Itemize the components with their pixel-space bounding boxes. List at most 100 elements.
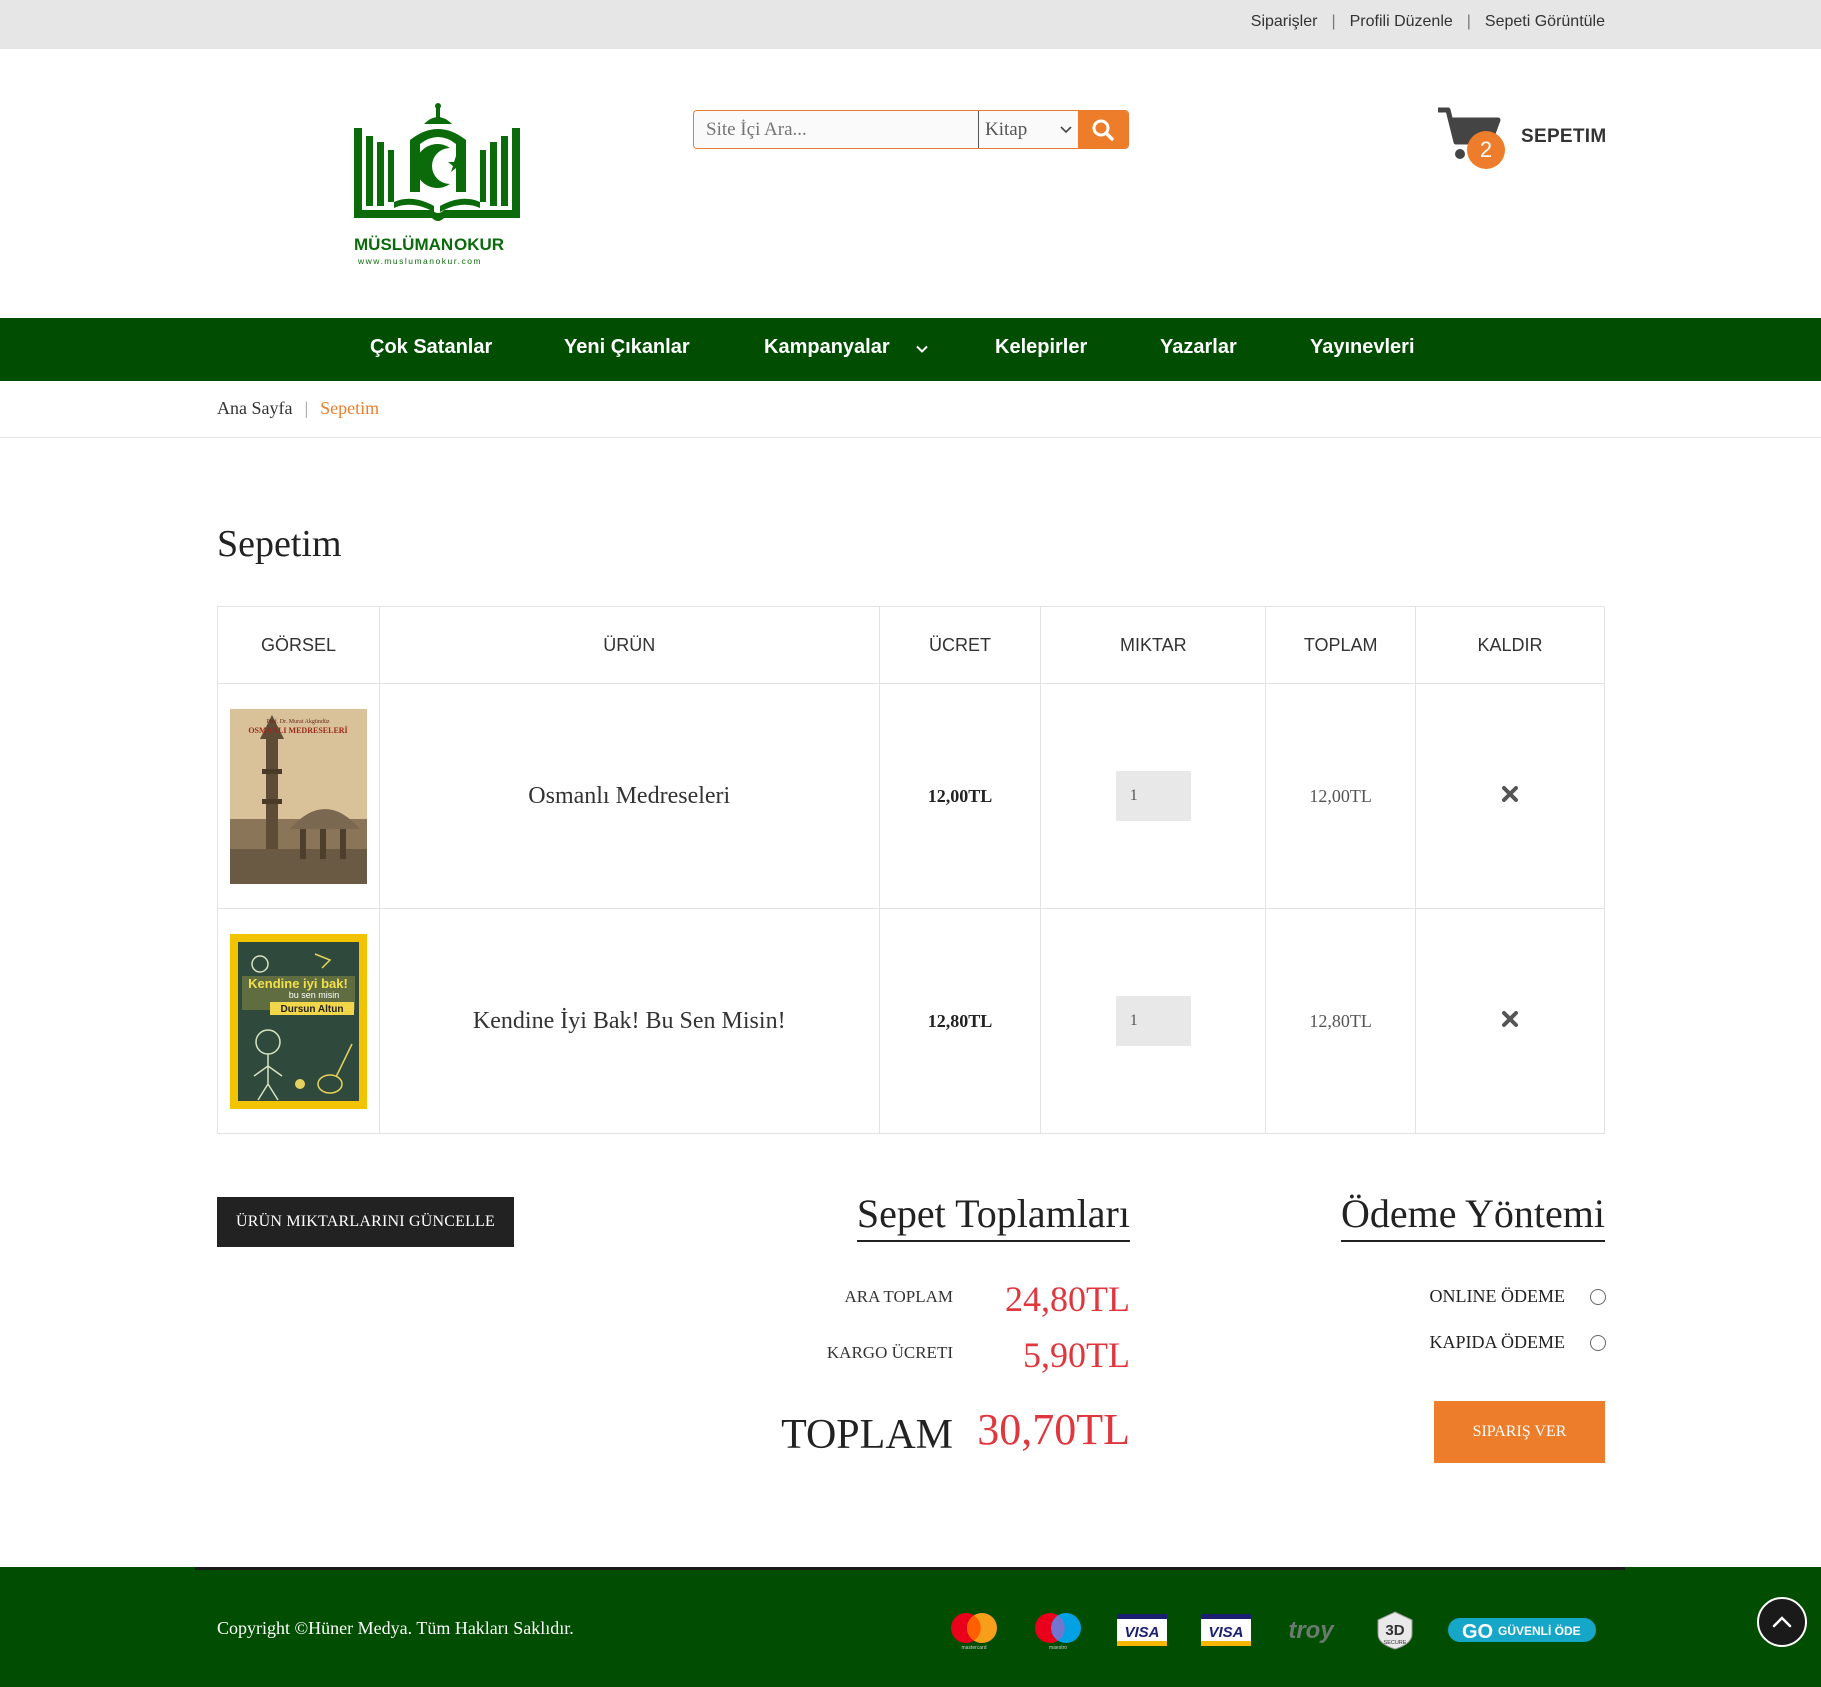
copyright-text: Copyright ©Hüner Medya. Tüm Hakları Sakl…: [217, 1618, 574, 1638]
product-price: 12,00TL: [878, 683, 1042, 909]
column-header: MIKTAR: [1040, 606, 1267, 684]
nav-item-kelepirler[interactable]: Kelepirler: [995, 336, 1087, 359]
logo-url: www.muslumanokur.com: [357, 256, 482, 266]
shipping-label: KARGO ÜCRETI: [826, 1343, 953, 1362]
product-price: 12,80TL: [878, 908, 1042, 1134]
cover-author: Dursun Altun: [281, 1004, 344, 1015]
place-order-button[interactable]: SIPARIŞ VER: [1434, 1401, 1605, 1463]
payment-cash-on-delivery-radio[interactable]: [1590, 1335, 1606, 1351]
nav-item-yayinevleri[interactable]: Yayınevleri: [1310, 336, 1415, 359]
secure-label: SECURE: [1384, 1640, 1407, 1646]
cart-count-badge: 2: [1467, 131, 1505, 169]
table-row: Prof. Dr. Murat Akgündüz OSMANLI MEDRESE…: [217, 683, 1605, 909]
main-nav: Çok Satanlar Yeni Çıkanlar Kampanyalar K…: [0, 318, 1821, 381]
close-icon[interactable]: [1501, 1010, 1519, 1028]
table-row: Kendine iyi bak! bu sen misin Dursun Alt…: [217, 908, 1605, 1134]
mastercard-label: mastercard: [961, 1645, 986, 1650]
quantity-input[interactable]: [1115, 996, 1191, 1046]
page-title: Sepetim: [217, 523, 342, 565]
divider: [0, 437, 1821, 438]
category-select[interactable]: Kitap: [978, 111, 1078, 148]
payment-option-label: KAPIDA ÖDEME: [1429, 1332, 1565, 1352]
chevron-down-icon: [1060, 125, 1072, 133]
search-button[interactable]: [1078, 111, 1128, 148]
cart-table: GÖRSEL ÜRÜN ÜCRET MIKTAR TOPLAM KALDIR P…: [217, 606, 1605, 1134]
nav-item-cok-satanlar[interactable]: Çok Satanlar: [370, 336, 492, 359]
total-label: TOPLAM: [781, 1412, 953, 1458]
shipping-value: 5,90TL: [1023, 1335, 1130, 1375]
cart-totals-title: Sepet Toplamları: [856, 1190, 1130, 1242]
site-logo[interactable]: MÜSLÜMAN OKUR www.muslumanokur.com: [352, 102, 522, 270]
edit-profile-link[interactable]: Profili Düzenle: [1350, 13, 1453, 31]
go-label: GO: [1462, 1621, 1493, 1643]
logo-text-musluman: MÜSLÜMAN: [354, 235, 453, 254]
book-cover-image[interactable]: Kendine iyi bak! bu sen misin Dursun Alt…: [229, 933, 367, 1109]
product-name[interactable]: Osmanlı Medreseleri: [378, 683, 880, 909]
divider: |: [1466, 13, 1471, 30]
account-links: Siparişler | Profili Düzenle | Sepeti Gö…: [1251, 13, 1605, 31]
visa-icon: VISA: [1201, 1614, 1251, 1646]
cover-subtitle: bu sen misin: [289, 990, 340, 1000]
breadcrumb-divider: |: [304, 398, 309, 418]
row-total: 12,80TL: [1265, 908, 1417, 1134]
cover-author: Prof. Dr. Murat Akgündüz: [266, 718, 329, 725]
breadcrumb-current: Sepetim: [320, 398, 380, 418]
column-header: ÜRÜN: [378, 606, 880, 684]
visa-icon: VISA: [1117, 1614, 1167, 1646]
product-image-cell: Prof. Dr. Murat Akgündüz OSMANLI MEDRESE…: [217, 683, 380, 909]
mastercard-icon: mastercard: [951, 1613, 997, 1650]
cover-title: OSMANLI MEDRESELERİ: [248, 725, 347, 735]
update-quantities-button[interactable]: ÜRÜN MIKTARLARINI GÜNCELLE: [217, 1197, 514, 1247]
quantity-cell: [1040, 908, 1267, 1134]
subtotal-value: 24,80TL: [1005, 1279, 1130, 1319]
visa-label: VISA: [1208, 1624, 1243, 1641]
payment-method-title: Ödeme Yöntemi: [1340, 1190, 1605, 1242]
quantity-cell: [1040, 683, 1267, 909]
go-guvenli-ode-icon: GO GÜVENLİ ÖDE: [1448, 1618, 1596, 1643]
scroll-to-top-button[interactable]: [1757, 1597, 1807, 1647]
payment-option-label: ONLINE ÖDEME: [1429, 1286, 1565, 1306]
troy-icon: troy: [1288, 1617, 1335, 1644]
nav-item-kampanyalar[interactable]: Kampanyalar: [764, 336, 890, 359]
column-header: ÜCRET: [878, 606, 1042, 684]
3d-label: 3D: [1385, 1622, 1404, 1639]
subtotal-label: ARA TOPLAM: [844, 1287, 953, 1306]
cart-label[interactable]: SEPETIM: [1521, 126, 1607, 148]
close-icon[interactable]: [1501, 785, 1519, 803]
column-header: TOPLAM: [1265, 606, 1417, 684]
top-bar: Siparişler | Profili Düzenle | Sepeti Gö…: [0, 0, 1821, 49]
chevron-up-icon: [1772, 1616, 1792, 1628]
troy-label: troy: [1288, 1617, 1335, 1644]
breadcrumb: Ana Sayfa | Sepetim: [217, 398, 379, 419]
chevron-down-icon[interactable]: [916, 345, 928, 354]
product-name[interactable]: Kendine İyi Bak! Bu Sen Misin!: [378, 908, 880, 1134]
quantity-input[interactable]: [1115, 771, 1191, 821]
breadcrumb-home[interactable]: Ana Sayfa: [217, 398, 292, 419]
search-icon: [1092, 119, 1114, 141]
nav-item-yazarlar[interactable]: Yazarlar: [1160, 336, 1237, 359]
nav-item-yeni-cikanlar[interactable]: Yeni Çıkanlar: [564, 336, 690, 359]
guvenli-ode-label: GÜVENLİ ÖDE: [1498, 1623, 1581, 1638]
view-cart-link[interactable]: Sepeti Görüntüle: [1485, 13, 1605, 31]
column-header: KALDIR: [1415, 606, 1605, 684]
orders-link[interactable]: Siparişler: [1251, 13, 1318, 31]
3d-secure-icon: 3D SECURE: [1377, 1611, 1413, 1650]
visa-label: VISA: [1124, 1624, 1159, 1641]
category-select-value: Kitap: [985, 118, 1028, 140]
search-bar: Kitap: [693, 110, 1129, 149]
product-image-cell: Kendine iyi bak! bu sen misin Dursun Alt…: [217, 908, 380, 1134]
search-input[interactable]: [694, 111, 978, 148]
total-value: 30,70TL: [977, 1405, 1130, 1454]
column-header: GÖRSEL: [217, 606, 380, 684]
divider: [195, 1567, 1625, 1570]
cover-title: Kendine iyi bak!: [248, 976, 348, 991]
table-header-row: GÖRSEL ÜRÜN ÜCRET MIKTAR TOPLAM KALDIR: [217, 606, 1605, 684]
row-total: 12,00TL: [1265, 683, 1417, 909]
remove-cell: [1415, 908, 1605, 1134]
maestro-label: maestro: [1049, 1645, 1067, 1650]
book-cover-image[interactable]: Prof. Dr. Murat Akgündüz OSMANLI MEDRESE…: [229, 708, 367, 884]
remove-cell: [1415, 683, 1605, 909]
logo-text-okur: OKUR: [454, 235, 504, 254]
payment-online-radio[interactable]: [1590, 1289, 1606, 1305]
divider: |: [1331, 13, 1336, 30]
